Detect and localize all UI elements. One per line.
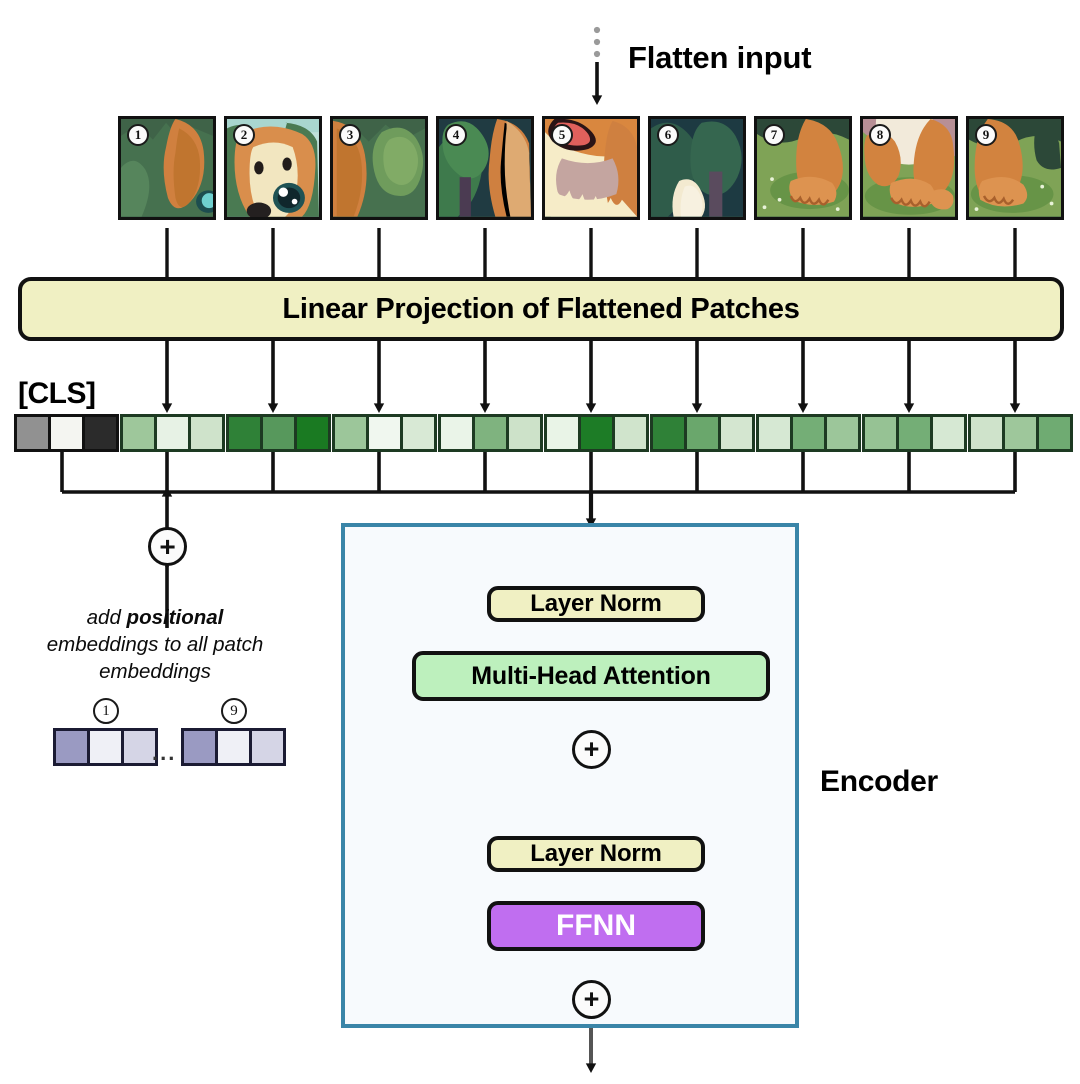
embedding-cell xyxy=(547,417,578,449)
patch-badge: 9 xyxy=(975,124,997,146)
image-patch-8[interactable]: 8 xyxy=(860,116,958,220)
flatten-input-arrow xyxy=(591,26,603,106)
embedding-cell xyxy=(933,417,964,449)
embedding-cell xyxy=(335,417,366,449)
patch-to-projection-lines xyxy=(165,228,1017,277)
patch-badge: 4 xyxy=(445,124,467,146)
embedding-cell xyxy=(51,417,82,449)
embedding-cell xyxy=(229,417,260,449)
embedding-cell xyxy=(123,417,154,449)
positional-ellipsis: ... xyxy=(152,740,177,765)
embedding-cell xyxy=(297,417,328,449)
projection-to-embedding-arrows xyxy=(161,341,1021,414)
patch-token-embedding-3[interactable] xyxy=(332,414,437,452)
patch-token-embedding-2[interactable] xyxy=(226,414,331,452)
encoder-label: Encoder xyxy=(820,765,938,798)
layer-norm-1-block[interactable]: Layer Norm xyxy=(487,586,705,622)
image-patch-2[interactable]: 2 xyxy=(224,116,322,220)
positional-badge-9: 9 xyxy=(221,698,247,724)
embedding-cell xyxy=(615,417,646,449)
embedding-cell xyxy=(17,417,48,449)
positional-cell xyxy=(218,731,249,763)
token-embedding-row xyxy=(14,414,1073,452)
patch-badge: 8 xyxy=(869,124,891,146)
patch-badge: 7 xyxy=(763,124,785,146)
linear-projection-block[interactable]: Linear Projection of Flattened Patches xyxy=(18,277,1064,341)
cls-token-embedding[interactable] xyxy=(14,414,119,452)
image-patch-1[interactable]: 1 xyxy=(118,116,216,220)
positional-cell xyxy=(124,731,155,763)
embedding-cell xyxy=(865,417,896,449)
caption-text-bold: positional xyxy=(126,606,224,629)
patch-token-embedding-4[interactable] xyxy=(438,414,543,452)
image-patch-5[interactable]: 5 xyxy=(542,116,640,220)
positional-cell xyxy=(252,731,283,763)
embedding-cell xyxy=(509,417,540,449)
embedding-cell xyxy=(441,417,472,449)
embedding-cell xyxy=(475,417,506,449)
embedding-cell xyxy=(1005,417,1036,449)
positional-cell xyxy=(90,731,121,763)
cls-token-label: [CLS] xyxy=(18,377,96,410)
vit-architecture-diagram: Flatten input 1 2 3 4 5 6 7 8 9 Linear P… xyxy=(0,0,1080,1084)
image-patch-strip: 1 2 3 4 5 6 7 8 9 xyxy=(118,116,1068,222)
positional-embedding-1[interactable] xyxy=(53,728,158,766)
embedding-cell xyxy=(687,417,718,449)
patch-badge: 6 xyxy=(657,124,679,146)
image-patch-7[interactable]: 7 xyxy=(754,116,852,220)
layer-norm-2-block[interactable]: Layer Norm xyxy=(487,836,705,872)
embedding-cell xyxy=(85,417,116,449)
embedding-cell xyxy=(1039,417,1070,449)
embedding-cell xyxy=(157,417,188,449)
embedding-cell xyxy=(759,417,790,449)
embedding-cell xyxy=(653,417,684,449)
positional-badge-1: 1 xyxy=(93,698,119,724)
positional-cell xyxy=(56,731,87,763)
image-patch-9[interactable]: 9 xyxy=(966,116,1064,220)
positional-embedding-9[interactable] xyxy=(181,728,286,766)
embedding-cell xyxy=(369,417,400,449)
image-patch-6[interactable]: 6 xyxy=(648,116,746,220)
patch-token-embedding-9[interactable] xyxy=(968,414,1073,452)
caption-text-2: embeddings to all patch embeddings xyxy=(46,633,264,683)
positional-add-plus-icon: + xyxy=(148,527,187,566)
multi-head-attention-block[interactable]: Multi-Head Attention xyxy=(412,651,770,701)
embedding-cell xyxy=(403,417,434,449)
embedding-cell xyxy=(581,417,612,449)
embedding-cell xyxy=(721,417,752,449)
positional-embedding-caption: add positional embeddings to all patch e… xyxy=(30,604,280,685)
flatten-input-label: Flatten input xyxy=(628,40,812,75)
embedding-cell xyxy=(263,417,294,449)
ffnn-block[interactable]: FFNN xyxy=(487,901,705,951)
patch-badge: 2 xyxy=(233,124,255,146)
residual-add-1-plus-icon: + xyxy=(572,730,611,769)
embedding-cell xyxy=(899,417,930,449)
image-patch-4[interactable]: 4 xyxy=(436,116,534,220)
embedding-cell xyxy=(971,417,1002,449)
patch-token-embedding-6[interactable] xyxy=(650,414,755,452)
token-bus xyxy=(60,452,1017,494)
positional-cell xyxy=(184,731,215,763)
patch-badge: 1 xyxy=(127,124,149,146)
residual-add-2-plus-icon: + xyxy=(572,980,611,1019)
patch-token-embedding-5[interactable] xyxy=(544,414,649,452)
patch-token-embedding-8[interactable] xyxy=(862,414,967,452)
embedding-cell xyxy=(827,417,858,449)
image-patch-3[interactable]: 3 xyxy=(330,116,428,220)
patch-badge: 3 xyxy=(339,124,361,146)
patch-badge: 5 xyxy=(551,124,573,146)
patch-token-embedding-7[interactable] xyxy=(756,414,861,452)
caption-text-1: add xyxy=(86,606,127,629)
embedding-cell xyxy=(793,417,824,449)
patch-token-embedding-1[interactable] xyxy=(120,414,225,452)
embedding-cell xyxy=(191,417,222,449)
